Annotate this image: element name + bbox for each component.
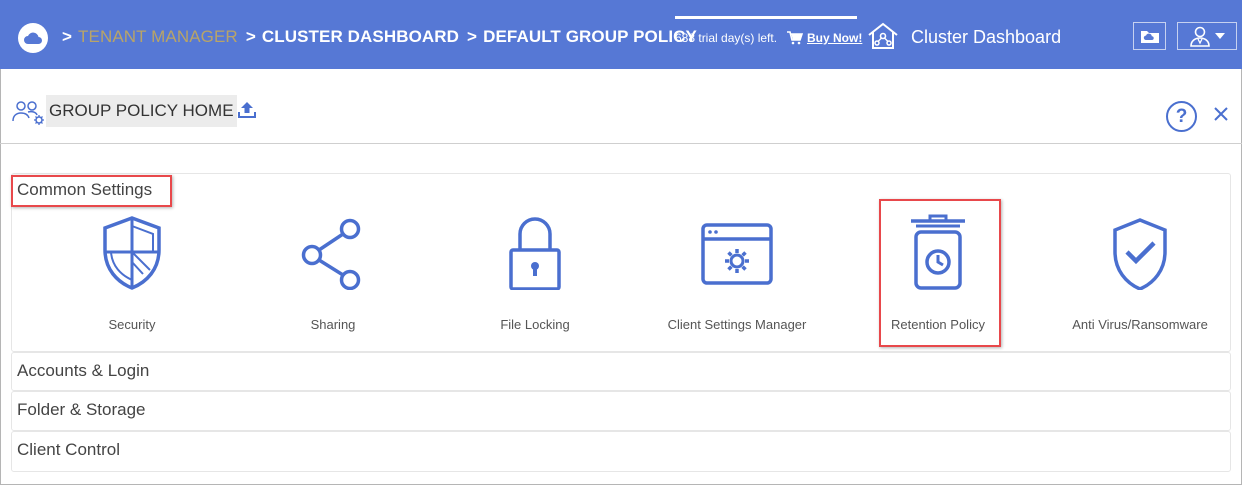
- buy-now-link[interactable]: Buy Now!: [807, 31, 862, 45]
- cloud-logo-icon[interactable]: [18, 23, 48, 53]
- top-header: > TENANT MANAGER > CLUSTER DASHBOARD > DEFAUL…: [0, 0, 1242, 69]
- page-title: Cluster Dashboard: [911, 27, 1062, 47]
- common-settings-section: Common Settings: [11, 173, 1231, 352]
- shield-icon: [103, 216, 161, 290]
- close-icon[interactable]: [1211, 104, 1231, 129]
- cloud-folder-icon: [1140, 31, 1159, 43]
- cloud-folder-button[interactable]: [1133, 22, 1166, 50]
- tile-label: Security: [108, 317, 156, 332]
- user-menu-button[interactable]: [1177, 22, 1237, 50]
- share-icon: [301, 218, 361, 290]
- breadcrumb-tenant-manager[interactable]: TENANT MANAGER: [78, 27, 238, 46]
- folder-storage-title[interactable]: Folder & Storage: [17, 400, 146, 420]
- trial-days-text: 688 trial day(s) left.: [675, 31, 778, 45]
- breadcrumb-cluster-dashboard[interactable]: CLUSTER DASHBOARD: [262, 27, 459, 46]
- breadcrumb-separator: >: [62, 27, 73, 46]
- group-policy-icon: [12, 99, 46, 130]
- tile-label: File Locking: [500, 317, 570, 332]
- retention-policy-highlight: [879, 199, 1001, 347]
- sharing-tile[interactable]: Sharing: [273, 214, 393, 342]
- client-settings-manager-tile[interactable]: Client Settings Manager: [652, 214, 822, 342]
- accounts-login-title[interactable]: Accounts & Login: [17, 361, 149, 381]
- client-control-title[interactable]: Client Control: [17, 440, 120, 460]
- security-tile[interactable]: Security: [72, 214, 192, 342]
- group-policy-home-title[interactable]: GROUP POLICY HOME: [46, 95, 237, 127]
- help-icon[interactable]: ?: [1166, 101, 1197, 132]
- tile-label: Anti Virus/Ransomware: [1072, 317, 1208, 332]
- accounts-login-section[interactable]: Accounts & Login: [11, 352, 1231, 391]
- upload-icon[interactable]: [238, 101, 256, 124]
- settings-window-icon: [701, 223, 773, 285]
- anti-virus-ransomware-tile[interactable]: Anti Virus/Ransomware: [1060, 214, 1220, 342]
- breadcrumb-separator: >: [467, 27, 478, 46]
- shield-check-icon: [1113, 218, 1167, 290]
- caret-down-icon: [1215, 33, 1225, 39]
- file-locking-tile[interactable]: File Locking: [475, 214, 595, 342]
- client-control-section[interactable]: Client Control: [11, 431, 1231, 472]
- breadcrumb: > TENANT MANAGER > CLUSTER DASHBOARD > DEFAUL…: [62, 27, 697, 47]
- folder-storage-section[interactable]: Folder & Storage: [11, 391, 1231, 431]
- breadcrumb-separator: >: [245, 27, 256, 46]
- home-network-icon: [866, 22, 900, 55]
- breadcrumb-current: DEFAULT GROUP POLICY: [483, 27, 697, 46]
- shopping-cart-icon[interactable]: [787, 31, 804, 50]
- tile-label: Sharing: [310, 317, 356, 332]
- tile-label: Client Settings Manager: [667, 317, 807, 332]
- common-settings-highlight: [11, 175, 172, 207]
- trial-indicator-bar: [675, 16, 857, 19]
- user-icon: [1190, 26, 1210, 47]
- lock-icon: [509, 217, 561, 290]
- header-divider: [0, 143, 1242, 144]
